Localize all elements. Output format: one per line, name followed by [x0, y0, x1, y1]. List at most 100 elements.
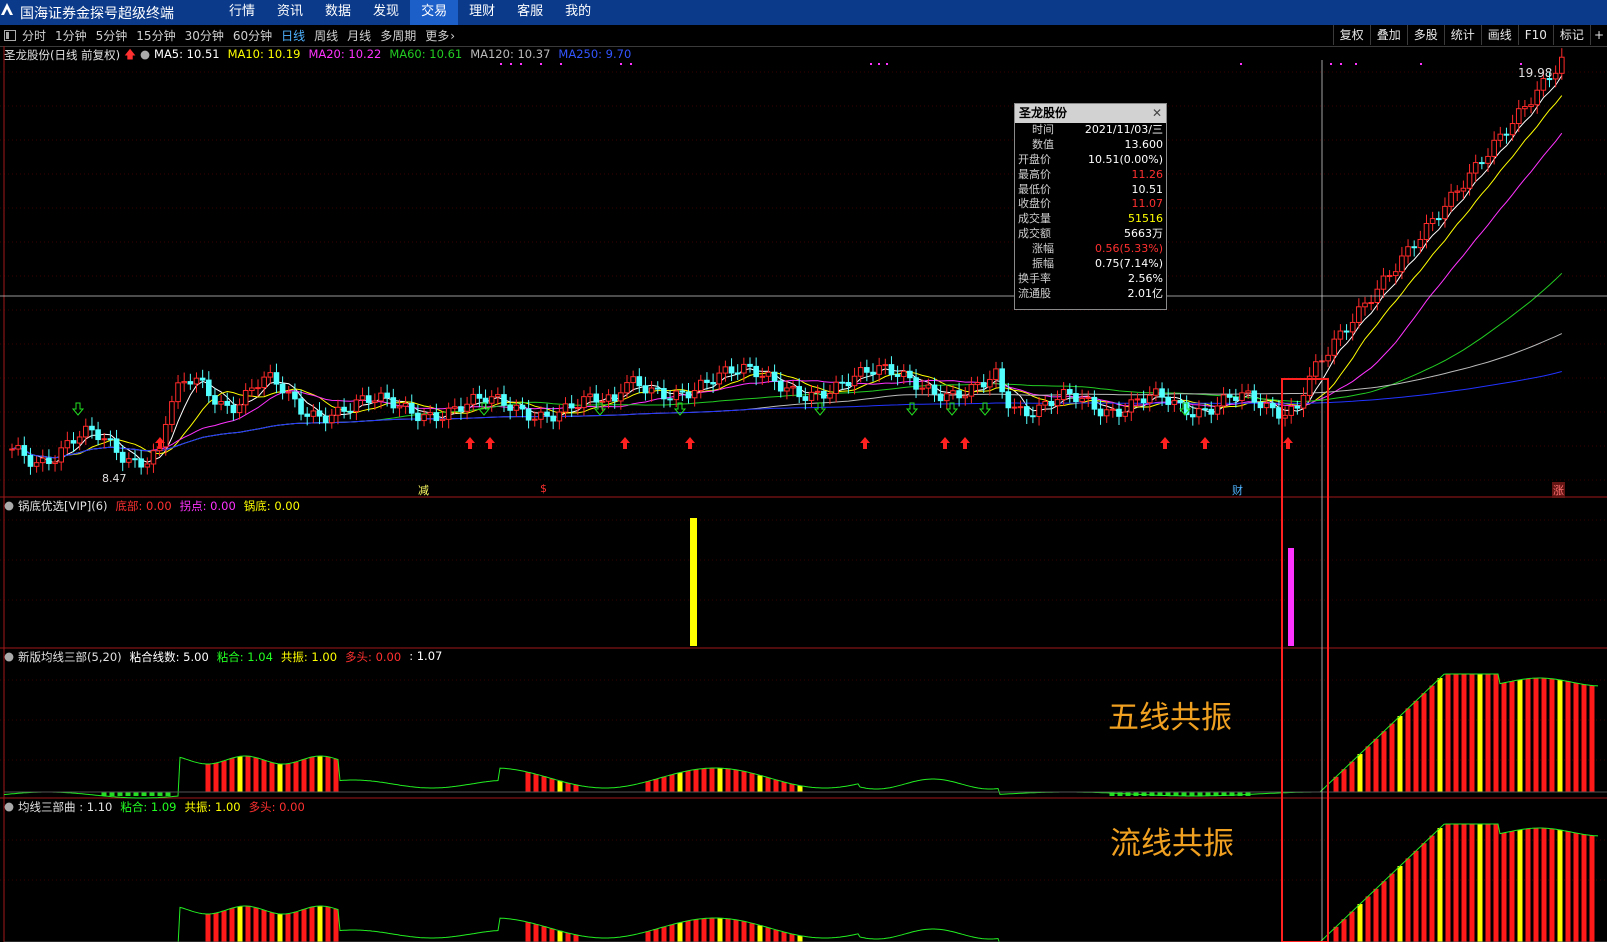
multi-stock-button[interactable]: 多股: [1406, 25, 1444, 45]
hist-bar: [557, 930, 563, 942]
candle-body: [501, 394, 507, 406]
candle-body: [550, 415, 557, 422]
tab-more[interactable]: 更多: [425, 27, 449, 44]
candle-body: [1479, 162, 1485, 165]
tab-daily[interactable]: 日线: [281, 27, 305, 44]
menu-jiaoyi[interactable]: 交易: [410, 0, 459, 25]
row-value: 11.26: [1131, 167, 1164, 181]
panel3-name[interactable]: 新版均线三部(5,20): [18, 649, 122, 665]
hist-bar: [1453, 674, 1459, 792]
menu-hangqing[interactable]: 行情: [218, 0, 266, 25]
chevron-right-icon[interactable]: ›: [450, 29, 455, 43]
panel-toggle-icon[interactable]: ●: [4, 498, 14, 514]
hist-bar-neg: [1197, 792, 1203, 796]
candle-body: [445, 407, 452, 420]
hist-bar-neg: [157, 792, 163, 796]
stats-button[interactable]: 统计: [1443, 25, 1481, 45]
tab-weekly[interactable]: 周线: [314, 27, 338, 44]
mark-button[interactable]: 标记: [1552, 25, 1590, 45]
menu-wode[interactable]: 我的: [554, 0, 602, 25]
event-marker-jian[interactable]: 减: [418, 482, 429, 498]
panel-toggle-icon[interactable]: ●: [4, 649, 14, 665]
candle-body: [864, 367, 870, 373]
tab-fenshi[interactable]: 分时: [22, 27, 46, 44]
popup-row-close: 收盘价 11.07: [1015, 197, 1166, 212]
tab-monthly[interactable]: 月线: [347, 27, 371, 44]
candle-body: [1208, 408, 1215, 415]
panel2-name[interactable]: 锅底优选[VIP](6): [18, 498, 107, 514]
event-marker-cai[interactable]: 财: [1232, 482, 1243, 498]
candle-body: [126, 458, 132, 463]
candle-body: [1122, 411, 1128, 417]
candle-body: [206, 379, 212, 397]
candle-body: [1503, 133, 1510, 136]
hist-bar: [1485, 824, 1491, 942]
tab-multi-period[interactable]: 多周期: [380, 27, 416, 44]
candle-body: [821, 390, 827, 399]
draw-line-button[interactable]: 画线: [1480, 25, 1518, 45]
tab-60min[interactable]: 60分钟: [233, 27, 272, 44]
ma-line: [11, 132, 1563, 459]
hist-bar: [1525, 678, 1531, 792]
hist-bar: [1437, 678, 1443, 792]
candle-body: [1146, 394, 1153, 404]
main-menu: 行情 资讯 数据 发现 交易 理财 客服 我的: [218, 0, 602, 25]
hist-bar: [1469, 674, 1475, 792]
candle-body: [1226, 394, 1233, 398]
quote-info-popup[interactable]: 圣龙股份 ✕ 时间 2021/11/03/三 数值 13.600 开盘价 10.51(…: [1014, 103, 1167, 310]
overlay-button[interactable]: 叠加: [1369, 25, 1407, 45]
settings-dot-icon[interactable]: ●: [140, 47, 150, 66]
candle-body: [937, 393, 944, 402]
stock-label[interactable]: 圣龙股份(日线 前复权): [4, 47, 120, 66]
candle-body: [76, 436, 83, 444]
panel-toggle-icon[interactable]: ●: [4, 799, 14, 815]
event-marker-zhang[interactable]: 涨: [1552, 482, 1565, 498]
candle-body: [974, 382, 981, 386]
event-marker-dollar[interactable]: $: [540, 482, 547, 495]
up-arrow-icon: 🡅: [124, 47, 136, 61]
f10-button[interactable]: F10: [1517, 25, 1553, 45]
tab-1min[interactable]: 1分钟: [55, 27, 87, 44]
candle-body: [771, 371, 778, 382]
hist-bar-neg: [1189, 792, 1195, 796]
close-icon[interactable]: ✕: [1152, 104, 1162, 123]
menu-licai[interactable]: 理财: [458, 0, 506, 25]
candle-body: [433, 412, 440, 422]
candle-body: [488, 396, 495, 404]
tab-5min[interactable]: 5分钟: [96, 27, 128, 44]
tab-30min[interactable]: 30分钟: [185, 27, 224, 44]
candle-body: [1540, 78, 1547, 91]
candle-body: [193, 377, 200, 385]
candle-body: [470, 393, 477, 405]
red-up-arrow: [1283, 437, 1293, 449]
candle-body: [1448, 191, 1454, 207]
candle-body: [1380, 275, 1387, 290]
popup-header[interactable]: 圣龙股份 ✕: [1015, 104, 1166, 123]
candle-body: [169, 401, 175, 425]
sidebar-toggle-icon[interactable]: [4, 30, 16, 41]
hist-bar: [565, 932, 571, 942]
panel4-name[interactable]: 均线三部曲 : 1.10: [18, 799, 112, 815]
hist-bar: [1493, 674, 1499, 792]
menu-shuju[interactable]: 数据: [314, 0, 362, 25]
hist-bar: [685, 770, 691, 792]
candle-body: [790, 386, 796, 389]
hist-bar: [701, 768, 707, 792]
candle-body: [1552, 72, 1559, 80]
menu-faxian[interactable]: 发现: [362, 0, 410, 25]
hist-bar: [309, 906, 315, 942]
plus-icon[interactable]: +: [1589, 25, 1607, 45]
ma60-label: MA60: 10.61: [389, 47, 463, 61]
menu-kefu[interactable]: 客服: [506, 0, 554, 25]
candle-body: [15, 445, 21, 450]
row-key: 最高价: [1018, 167, 1051, 181]
hist-bar: [557, 780, 563, 792]
candle-body: [1036, 404, 1042, 417]
candle-body: [396, 405, 403, 409]
panel3-count: 粘合线数: 5.00: [129, 650, 209, 664]
menu-zixun[interactable]: 资讯: [266, 0, 314, 25]
hist-bar: [293, 761, 299, 792]
tab-15min[interactable]: 15分钟: [136, 27, 175, 44]
fuquan-button[interactable]: 复权: [1332, 25, 1370, 45]
candle-body: [236, 404, 243, 414]
